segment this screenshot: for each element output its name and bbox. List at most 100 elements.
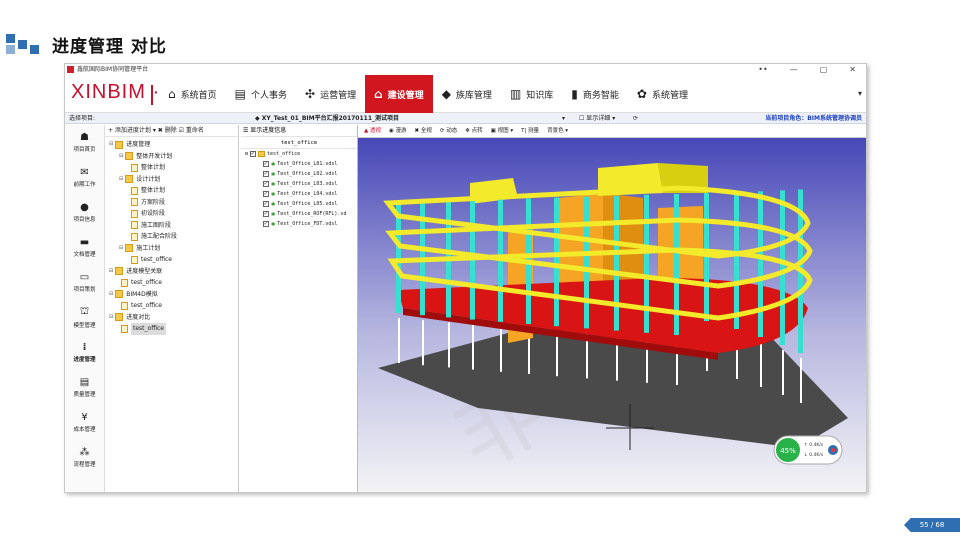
tree-toggle-icon[interactable]: ⊟ [119,151,123,163]
menu-item-5[interactable]: ▥ 知识库 [501,75,562,113]
tree-node[interactable]: ⊟ 进度对比 [105,312,238,324]
menu-item-4[interactable]: ◆ 族库管理 [433,75,501,113]
tree-node[interactable]: 初设阶段 [105,208,238,220]
checkbox-icon[interactable] [263,219,269,229]
model-root-item[interactable]: ⊟ test_office [241,149,357,159]
model-icon: ✱ [271,210,276,218]
minimize-button[interactable]: — [790,64,798,75]
sidebar-item-2[interactable]: ● 项目信息 [65,195,104,230]
nav-widget[interactable]: 45% ↑ 0.4K/s ↓ 0.4K/s [773,435,843,465]
model-file-item[interactable]: ✱Test_Office_ROF(RFL).vd [241,209,357,219]
viewer-tool-6[interactable]: T| 测量 [521,125,539,137]
tree-toggle-icon[interactable]: ⊟ [109,289,113,301]
window-controls: •• — ▢ ✕ [758,64,856,75]
model-file-item[interactable]: ✱Test_Office_L01.vdsl [241,159,357,169]
menu-item-3[interactable]: ⌂ 建设管理 [365,75,433,113]
tree-node[interactable]: ⊟ 进度管理 [105,139,238,151]
sidebar-item-5[interactable]: ⛫ 模型管理 [65,300,104,335]
model-file-item[interactable]: ✱Test_Office_L04.vdsl [241,189,357,199]
viewer-tool-4[interactable]: ✥ 点转 [465,125,482,137]
viewer-tool-5[interactable]: ▣ 视图 ▾ [491,125,513,137]
tree-node[interactable]: ⊟ 设计计划 [105,174,238,186]
tree-node[interactable]: test_office [105,277,238,289]
menu-item-0[interactable]: ⌂ 系统首页 [159,75,226,113]
checkbox-icon[interactable] [263,209,269,219]
window-title: 鑫航国际BIM协同管理平台 [77,66,149,73]
tree-node[interactable]: 整体计划 [105,162,238,174]
tree-node[interactable]: ⊟ 进度模型关联 [105,266,238,278]
sidebar-icon: ▬ [79,237,90,248]
tree-node[interactable]: 施工配合阶段 [105,231,238,243]
model-file-item[interactable]: ✱Test_Office_FDT.vdsl [241,219,357,229]
tree-node-label: 设计计划 [136,175,161,183]
refresh-icon[interactable]: ⟳ [633,113,638,124]
checkbox-icon[interactable] [263,179,269,189]
close-button[interactable]: ✕ [849,64,856,75]
project-select[interactable]: ◆ XY_Test_01_BIM平台汇报20170111_测试项目 [255,113,575,124]
checkbox-icon[interactable] [263,169,269,179]
column [644,194,649,333]
checkbox-icon[interactable] [263,199,269,209]
sidebar-item-4[interactable]: ▭ 项目策划 [65,265,104,300]
tree-node[interactable]: ⊟ 整体开发计划 [105,151,238,163]
tree-node[interactable]: 方案阶段 [105,197,238,209]
tree-node[interactable]: test_office [105,300,238,312]
viewer-tool-7[interactable]: 背景色 ▾ [547,125,568,137]
sidebar-label: 前期工作 [73,182,96,188]
show-schedule-info-button[interactable]: ☰ 显示进度信息 [241,125,357,137]
tree-node[interactable]: 施工图阶段 [105,220,238,232]
menu-item-2[interactable]: ✣ 运营管理 [296,75,365,113]
viewer-tool-1[interactable]: ◉ 漫游 [389,125,407,137]
tree-node-label: 方案阶段 [141,198,166,206]
menu-item-6[interactable]: ▮ 商务智能 [562,75,628,113]
tree-toggle-icon[interactable]: ⊟ [109,266,113,278]
model-icon: ✱ [271,220,276,228]
3d-model-canvas[interactable]: 非 45% ↑ 0.4K/s ↓ 0.4K/s [358,138,867,493]
menu-item-7[interactable]: ✿ 系统管理 [628,75,697,113]
column [584,196,589,329]
model-file-label: Test_Office_ROF(RFL).vd [277,211,347,217]
show-detail-toggle[interactable]: ☐ 显示详细 ▾ [579,113,615,124]
tree-toggle-icon[interactable]: ⊟ [119,174,123,186]
model-file-item[interactable]: ✱Test_Office_L03.vdsl [241,179,357,189]
sidebar-item-7[interactable]: ▤ 质量管理 [65,370,104,405]
tree-toolbar[interactable]: + 添加进度计划 ▾ ✖ 删除 ☑ 重命名 [105,125,238,137]
tree-node[interactable]: test_office [105,323,238,335]
folder-icon [115,313,124,322]
bim-3d-viewer: ▲ 透视 ◉ 漫游 ✖ 全视 ⟳ 动态 ✥ 点转 ▣ 视图 ▾ T| 测量 背景色 ▾ 非 [358,125,867,493]
sidebar-label: 成本管理 [73,427,96,433]
menu-item-1[interactable]: ▤ 个人事务 [226,75,296,113]
tree-node[interactable]: ⊟ 施工计划 [105,243,238,255]
tree-toggle-icon[interactable]: ⊟ [119,243,123,255]
viewer-tool-0[interactable]: ▲ 透视 [364,125,381,137]
sidebar-label: 文档管理 [73,252,96,258]
tree-node[interactable]: ⊟ BIM4D模拟 [105,289,238,301]
sidebar-item-8[interactable]: ¥ 成本管理 [65,405,104,440]
model-file-label: Test_Office_FDT.vdsl [277,221,338,227]
options-button[interactable]: •• [758,64,767,75]
maximize-button[interactable]: ▢ [820,64,828,75]
model-file-item[interactable]: ✱Test_Office_L05.vdsl [241,199,357,209]
sidebar-label: 质量管理 [73,392,96,398]
tree-toggle-icon[interactable]: ⊟ [109,139,113,151]
viewer-tool-3[interactable]: ⟳ 动态 [440,125,457,137]
tree-toggle-icon[interactable]: ⊟ [109,312,113,324]
project-dropdown-icon[interactable]: ▾ [562,113,565,124]
checkbox-icon[interactable] [263,159,269,169]
tree-node[interactable]: test_office [105,254,238,266]
checkbox-icon[interactable] [263,189,269,199]
tree-node[interactable]: 整体计划 [105,185,238,197]
sidebar-item-1[interactable]: ✉ 前期工作 [65,160,104,195]
model-file-item[interactable]: ✱Test_Office_L02.vdsl [241,169,357,179]
app-logo-icon [67,66,74,73]
sidebar-item-9[interactable]: ⁂ 流程管理 [65,440,104,475]
sidebar-item-0[interactable]: ☗ 项目首页 [65,125,104,160]
menu-more-icon[interactable]: ▾ [858,89,862,98]
project-label: 选择项目: [69,115,96,122]
slide-logo-icon [6,34,46,56]
menu-icon: ▥ [509,87,522,101]
sidebar-item-3[interactable]: ▬ 文档管理 [65,230,104,265]
sidebar-item-6[interactable]: ⁞ 进度管理 [65,335,104,370]
folder-icon [115,267,124,276]
viewer-tool-2[interactable]: ✖ 全视 [415,125,432,137]
